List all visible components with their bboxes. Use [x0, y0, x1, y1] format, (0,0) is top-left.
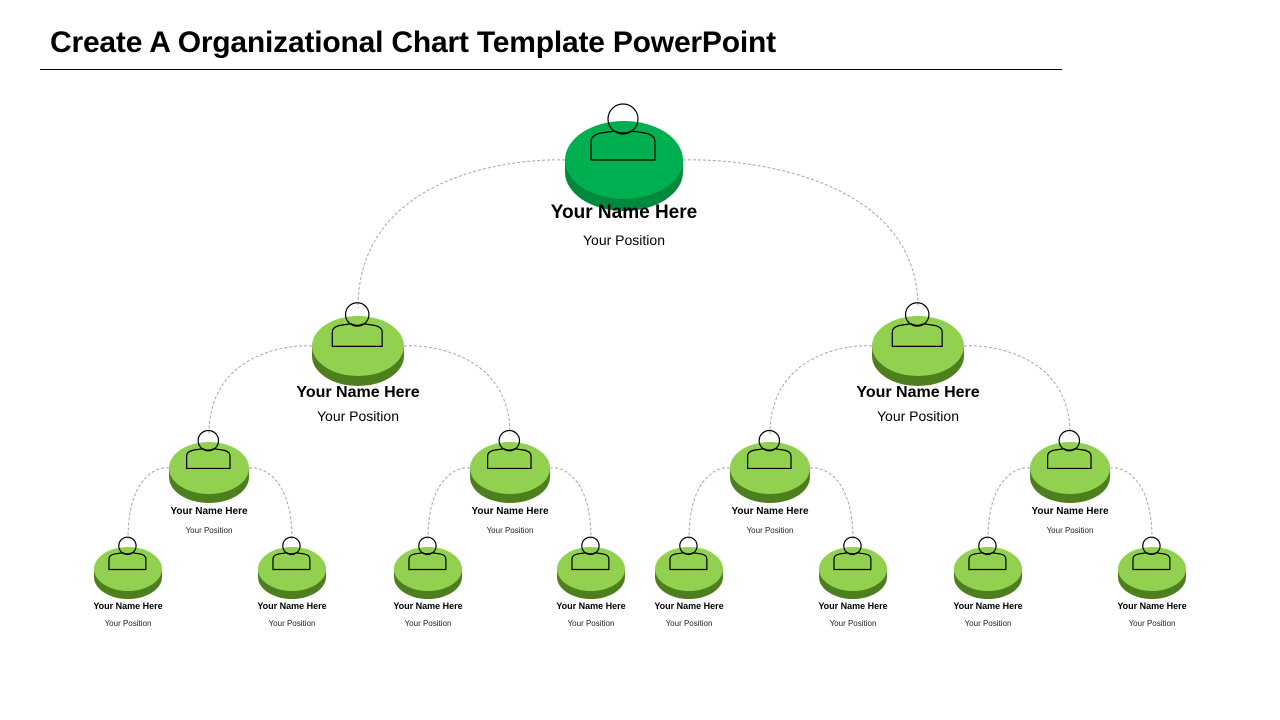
nodes [94, 103, 1186, 599]
org-chart [94, 103, 1186, 599]
node-name: Your Name Here [257, 601, 327, 611]
connector-line [549, 467, 592, 540]
node-position: Your Position [317, 408, 399, 424]
node-position: Your Position [486, 526, 534, 535]
connector-line [1109, 467, 1153, 540]
node-position: Your Position [1128, 619, 1176, 628]
node-name: Your Name Here [393, 601, 463, 611]
connector-line [427, 467, 471, 540]
node-name: Your Name Here [1117, 601, 1187, 611]
node-name: Your Name Here [93, 601, 163, 611]
node-position: Your Position [665, 619, 713, 628]
node-position: Your Position [404, 619, 452, 628]
node-name: Your Name Here [556, 601, 626, 611]
node-position: Your Position [964, 619, 1012, 628]
node-name: Your Name Here [654, 601, 724, 611]
org-node[interactable] [470, 429, 550, 503]
node-position: Your Position [746, 526, 794, 535]
org-node[interactable] [1118, 536, 1186, 599]
org-node[interactable] [872, 302, 964, 386]
connector-line [127, 467, 170, 540]
node-name: Your Name Here [731, 506, 809, 517]
node-position: Your Position [829, 619, 877, 628]
node-name: Your Name Here [953, 601, 1023, 611]
node-name: Your Name Here [1031, 506, 1109, 517]
connector-line [963, 345, 1071, 435]
connector-line [403, 345, 511, 435]
org-node[interactable] [394, 536, 462, 599]
node-position: Your Position [1046, 526, 1094, 535]
org-node[interactable] [1030, 429, 1110, 503]
org-node[interactable] [258, 536, 326, 599]
org-node[interactable] [954, 536, 1022, 599]
org-node[interactable] [94, 536, 162, 599]
node-position: Your Position [104, 619, 152, 628]
connector-line [987, 467, 1031, 540]
connector-line [682, 159, 919, 309]
org-node[interactable] [819, 536, 887, 599]
node-name: Your Name Here [296, 384, 420, 401]
connector-line [809, 467, 854, 540]
node-name: Your Name Here [170, 506, 248, 517]
node-name: Your Name Here [471, 506, 549, 517]
node-position: Your Position [877, 408, 959, 424]
node-position: Your Position [583, 232, 665, 248]
node-name: Your Name Here [550, 202, 698, 223]
org-node[interactable] [655, 536, 723, 599]
connector-line [357, 159, 566, 309]
org-node[interactable] [557, 536, 625, 599]
org-node[interactable] [730, 429, 810, 503]
node-name: Your Name Here [818, 601, 888, 611]
connector-line [248, 467, 293, 540]
node-position: Your Position [268, 619, 316, 628]
connector-line [688, 467, 731, 540]
org-node[interactable] [169, 429, 249, 503]
root-node[interactable] [565, 103, 683, 211]
node-position: Your Position [567, 619, 615, 628]
org-node[interactable] [312, 302, 404, 386]
node-position: Your Position [185, 526, 233, 535]
node-name: Your Name Here [856, 384, 980, 401]
